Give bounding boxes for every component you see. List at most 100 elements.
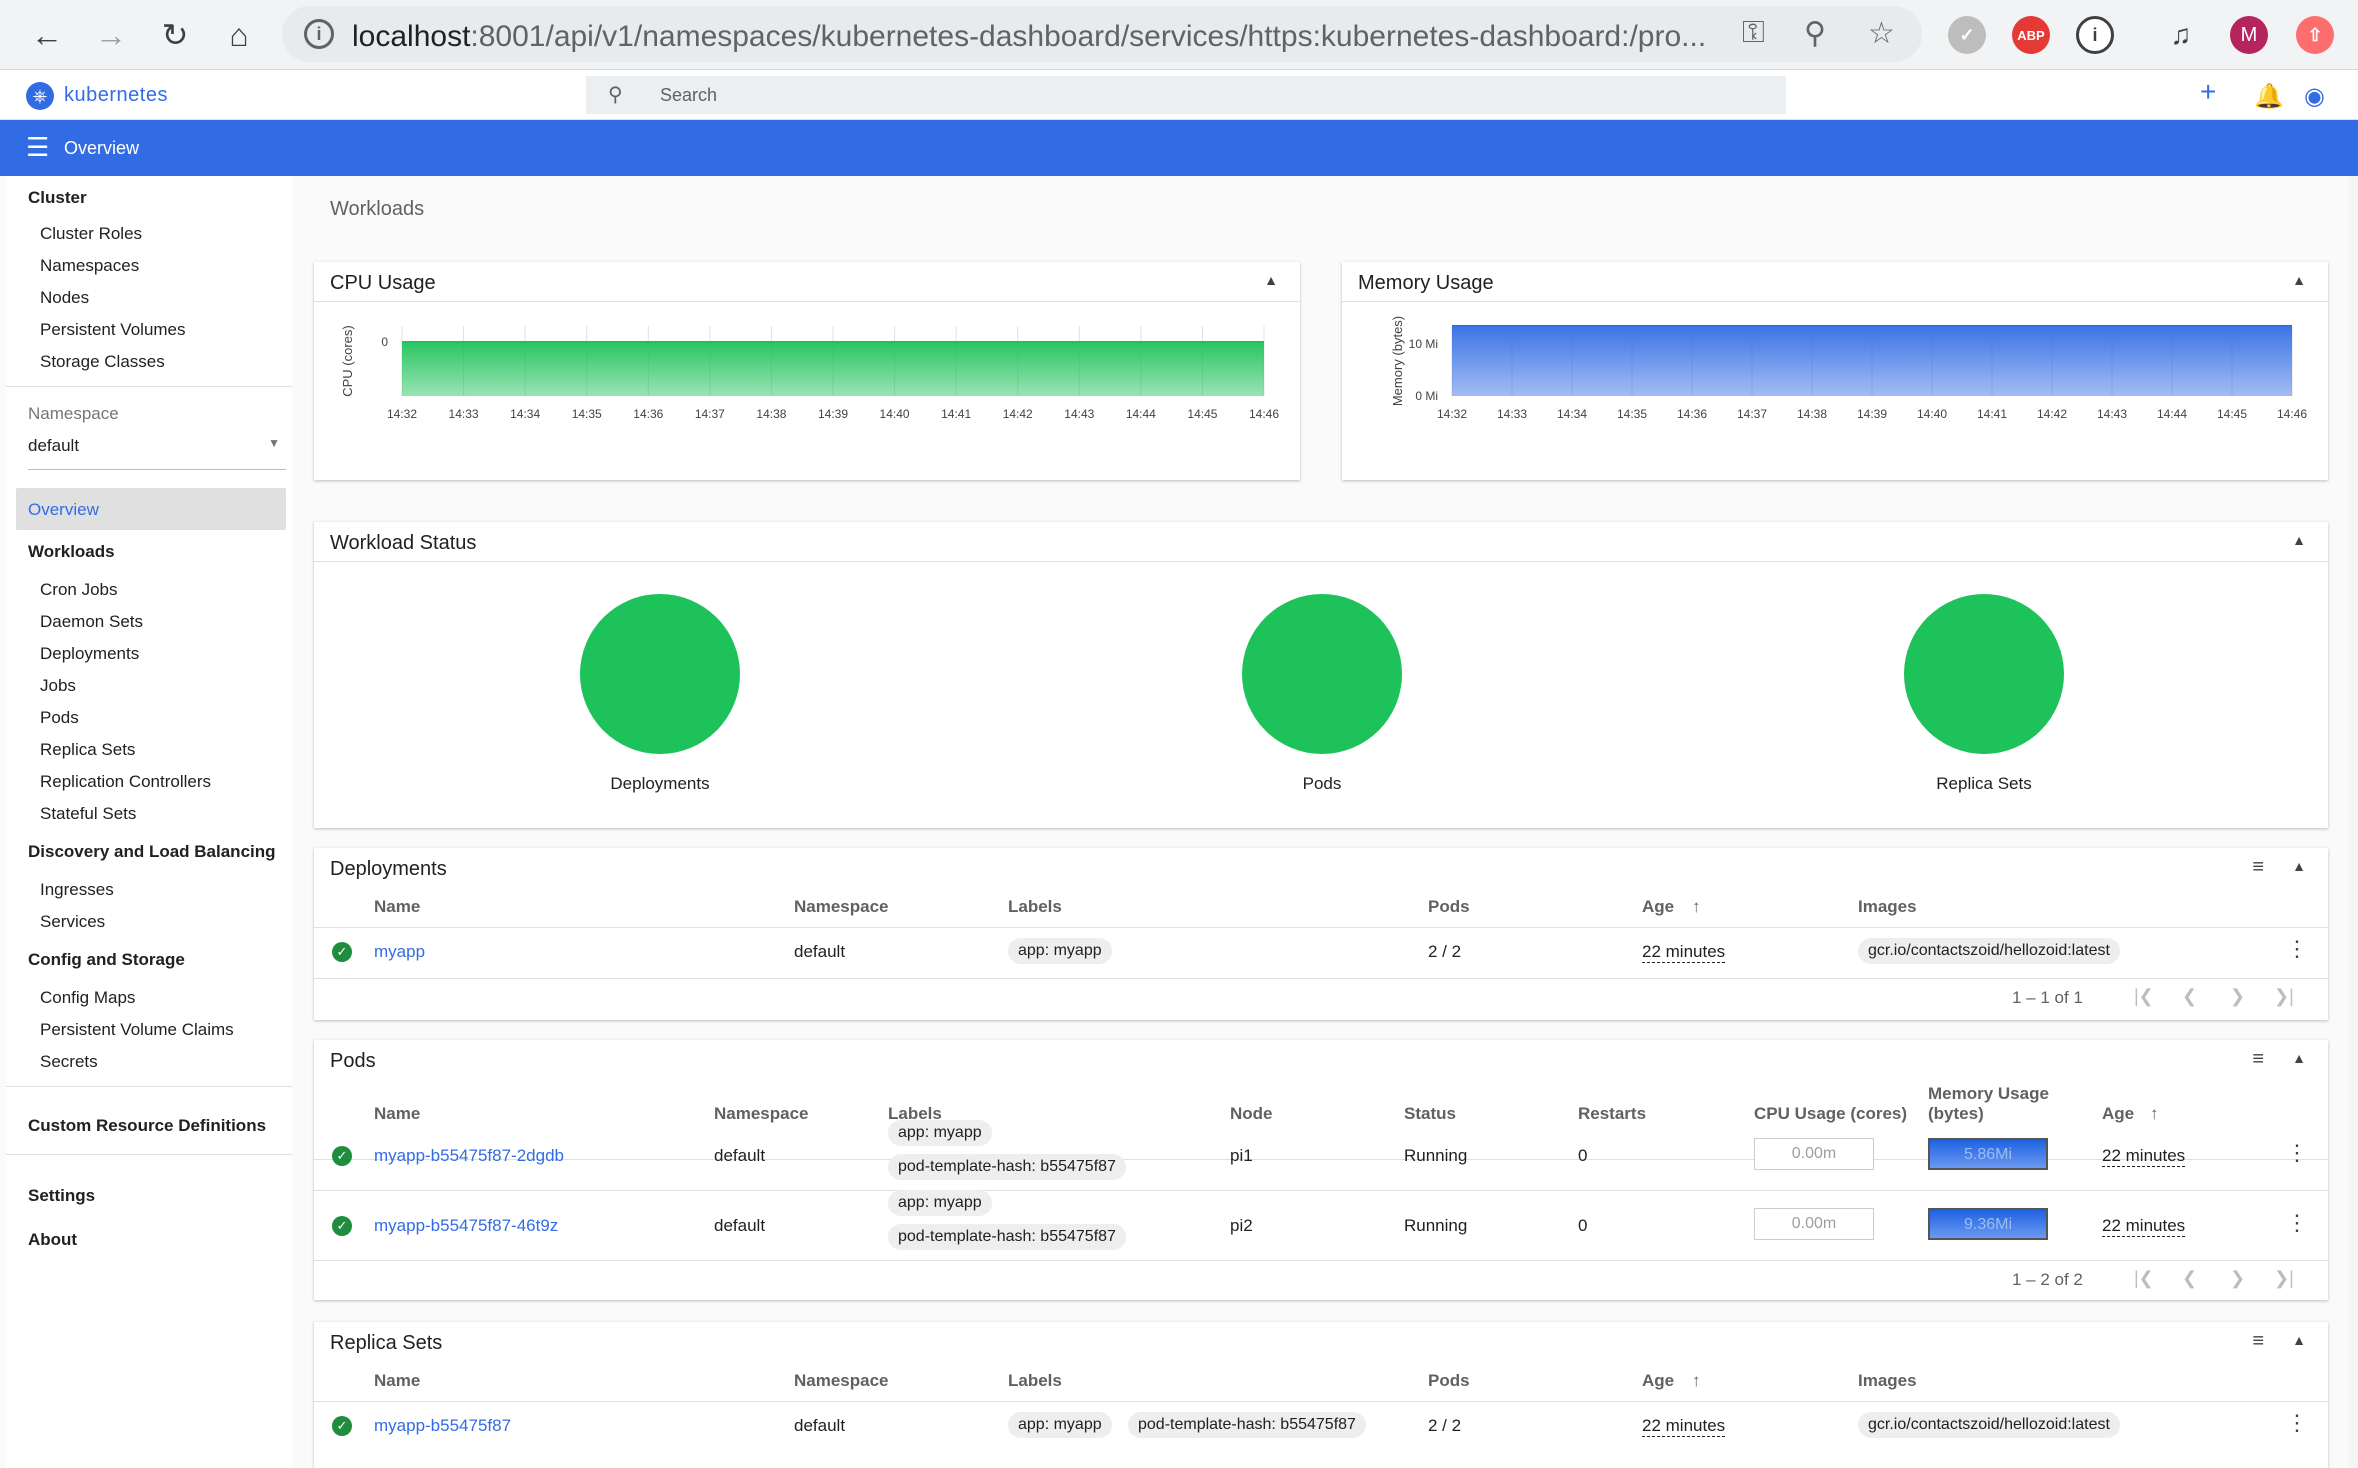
address-bar[interactable]: i localhost:8001/api/v1/namespaces/kuber… [282,6,1922,62]
create-icon[interactable]: + [2200,76,2216,108]
notifications-icon[interactable]: 🔔 [2254,82,2284,111]
column-header[interactable]: Status [1404,1104,1456,1124]
kubernetes-logo-icon[interactable]: ⎈ [26,82,54,110]
menu-icon[interactable]: ☰ [26,132,49,163]
collapse-icon[interactable]: ▲ [2292,532,2306,548]
column-header[interactable]: Namespace [794,1371,889,1391]
column-header[interactable]: Name [374,1104,420,1124]
home-icon[interactable]: ⌂ [216,12,262,58]
more-vert-icon[interactable]: ⋮ [2286,1140,2308,1166]
column-header[interactable]: Age [1642,1371,1674,1391]
site-info-icon[interactable]: i [304,19,334,49]
sidebar-heading-config[interactable]: Config and Storage [28,950,185,970]
column-header[interactable]: Namespace [794,897,889,917]
column-header[interactable]: Images [1858,897,1917,917]
sidebar-item-cluster-roles[interactable]: Cluster Roles [40,224,142,244]
column-header[interactable]: Pods [1428,897,1470,917]
more-vert-icon[interactable]: ⋮ [2286,1210,2308,1236]
prev-page-icon[interactable]: ❮ [2182,1268,2197,1289]
sidebar-heading-workloads[interactable]: Workloads [28,542,115,562]
column-header[interactable]: Restarts [1578,1104,1646,1124]
sidebar-item-persistent-volumes[interactable]: Persistent Volumes [40,320,186,340]
next-page-icon[interactable]: ❯ [2230,986,2245,1007]
column-header[interactable]: Memory Usage [1928,1084,2049,1104]
collapse-icon[interactable]: ▲ [2292,1050,2306,1066]
sidebar-item-crd[interactable]: Custom Resource Definitions [28,1116,266,1136]
account-icon[interactable]: ◉ [2304,82,2325,111]
sidebar-item-secrets[interactable]: Secrets [40,1052,98,1072]
column-header[interactable]: Name [374,897,420,917]
filter-icon[interactable]: ≡ [2252,856,2264,879]
key-icon[interactable]: ⚿ [1742,16,1765,50]
collapse-icon[interactable]: ▲ [2292,858,2306,874]
pod-name-link[interactable]: myapp-b55475f87-2dgdb [374,1146,564,1166]
pod-name-link[interactable]: myapp-b55475f87-46t9z [374,1216,558,1236]
last-page-icon[interactable]: ❯| [2274,986,2294,1007]
status-pie-deployments[interactable] [580,594,740,754]
filter-icon[interactable]: ≡ [2252,1048,2264,1071]
column-header[interactable]: Namespace [714,1104,809,1124]
first-page-icon[interactable]: |❮ [2134,1268,2154,1289]
column-header[interactable]: Name [374,1371,420,1391]
deployment-name-link[interactable]: myapp [374,942,425,962]
next-page-icon[interactable]: ❯ [2230,1268,2245,1289]
sidebar-item-settings[interactable]: Settings [28,1186,95,1206]
status-deployments[interactable]: Deployments [540,594,780,794]
collapse-icon[interactable]: ▲ [2292,272,2306,288]
column-header[interactable]: Labels [1008,897,1062,917]
media-icon[interactable]: ♫ [2162,16,2200,54]
namespace-select[interactable]: default ▼ [28,436,286,470]
sidebar-item-about[interactable]: About [28,1230,77,1250]
column-header[interactable]: Node [1230,1104,1273,1124]
last-page-icon[interactable]: ❯| [2274,1268,2294,1289]
sidebar-item-replication-controllers[interactable]: Replication Controllers [40,772,211,792]
reload-icon[interactable]: ↻ [152,12,198,58]
column-header[interactable]: Age [1642,897,1674,917]
search-input[interactable] [658,80,1758,110]
collapse-icon[interactable]: ▲ [2292,1332,2306,1348]
adblock-icon[interactable]: ABP [2012,16,2050,54]
sidebar-item-stateful-sets[interactable]: Stateful Sets [40,804,136,824]
column-header[interactable]: Labels [1008,1371,1062,1391]
scrollbar[interactable] [2348,176,2358,1468]
sidebar-item-pvcs[interactable]: Persistent Volume Claims [40,1020,234,1040]
sidebar-heading-cluster[interactable]: Cluster [28,188,87,208]
more-vert-icon[interactable]: ⋮ [2286,936,2308,962]
sidebar-item-deployments[interactable]: Deployments [40,644,139,664]
update-icon[interactable]: ⇧ [2296,16,2334,54]
extension-info-icon[interactable]: i [2076,16,2114,54]
column-header[interactable]: Age [2102,1104,2134,1124]
first-page-icon[interactable]: |❮ [2134,986,2154,1007]
pocket-icon[interactable]: ✓ [1948,16,1986,54]
sort-arrow-icon[interactable]: ↑ [1692,897,1701,917]
sidebar-item-jobs[interactable]: Jobs [40,676,76,696]
sidebar-item-overview[interactable]: Overview [16,488,286,530]
collapse-icon[interactable]: ▲ [1264,272,1278,288]
replica-set-name-link[interactable]: myapp-b55475f87 [374,1416,511,1436]
sidebar-item-replica-sets[interactable]: Replica Sets [40,740,135,760]
sidebar-item-pods[interactable]: Pods [40,708,79,728]
status-pie-pods[interactable] [1242,594,1402,754]
brand-name[interactable]: kubernetes [64,84,168,107]
sidebar-item-services[interactable]: Services [40,912,105,932]
sidebar-item-ingresses[interactable]: Ingresses [40,880,114,900]
column-header[interactable]: (bytes) [1928,1104,1984,1124]
sidebar-item-nodes[interactable]: Nodes [40,288,89,308]
column-header[interactable]: CPU Usage (cores) [1754,1104,1907,1124]
column-header[interactable]: Pods [1428,1371,1470,1391]
status-pie-replica-sets[interactable] [1904,594,2064,754]
sort-arrow-icon[interactable]: ↑ [1692,1371,1701,1391]
status-replica-sets[interactable]: Replica Sets [1864,594,2104,794]
more-vert-icon[interactable]: ⋮ [2286,1410,2308,1436]
column-header[interactable]: Images [1858,1371,1917,1391]
forward-icon[interactable]: → [88,12,134,58]
search-bar[interactable]: ⚲ [586,76,1786,114]
profile-avatar[interactable]: M [2230,16,2268,54]
sidebar-item-cron-jobs[interactable]: Cron Jobs [40,580,117,600]
sidebar-item-config-maps[interactable]: Config Maps [40,988,135,1008]
sidebar-item-daemon-sets[interactable]: Daemon Sets [40,612,143,632]
sidebar-heading-discovery[interactable]: Discovery and Load Balancing [28,842,276,862]
filter-icon[interactable]: ≡ [2252,1330,2264,1353]
sidebar-item-storage-classes[interactable]: Storage Classes [40,352,165,372]
status-pods[interactable]: Pods [1202,594,1442,794]
